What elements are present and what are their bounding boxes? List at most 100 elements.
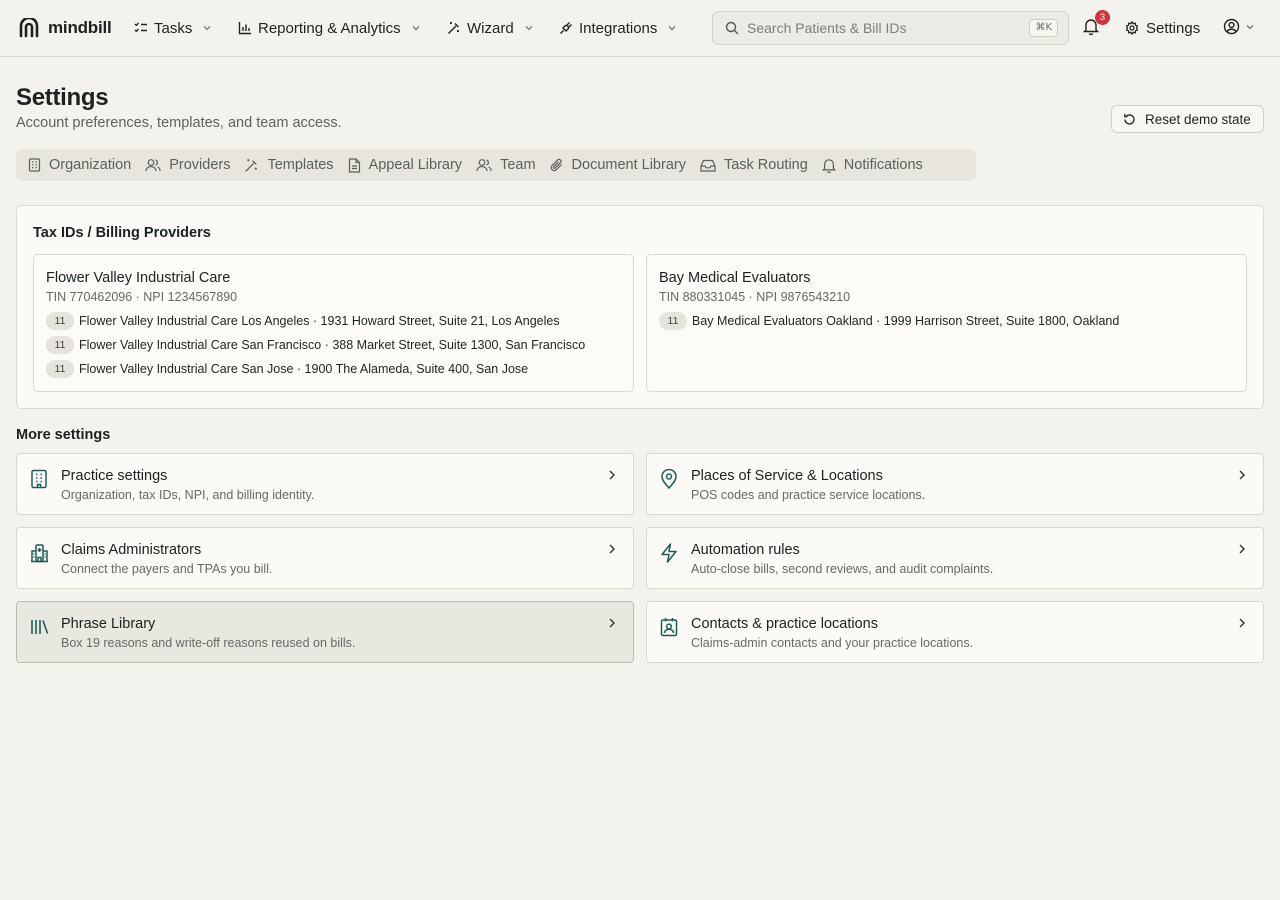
billing-provider-card[interactable]: Flower Valley Industrial Care TIN 770462… (33, 254, 634, 392)
billing-provider-card[interactable]: Bay Medical Evaluators TIN 880331045 · N… (646, 254, 1247, 392)
users-icon (476, 159, 492, 172)
nav-integrations[interactable]: Integrations (559, 17, 677, 39)
tile-description: Connect the payers and TPAs you bill. (61, 562, 273, 576)
reset-icon (1124, 113, 1135, 125)
settings-tabs: Organization Providers Templates Appeal … (16, 149, 976, 181)
chevron-right-icon (1239, 470, 1245, 480)
tab-document-library[interactable]: Document Library (550, 149, 686, 181)
tile-description: Claims-admin contacts and your practice … (691, 636, 974, 650)
tile-title: Claims Administrators (61, 542, 202, 558)
tab-task-routing-label: Task Routing (723, 157, 808, 173)
tile-description: POS codes and practice service locations… (691, 488, 926, 502)
chevron-down-icon (668, 26, 676, 31)
automation-rules-tile[interactable]: Automation rules Auto-close bills, secon… (646, 527, 1264, 589)
chevron-down-icon (525, 26, 533, 31)
user-circle-icon (1223, 18, 1240, 35)
tab-document-library-label: Document Library (571, 157, 686, 173)
file-text-icon (348, 157, 360, 173)
chevron-right-icon (609, 544, 615, 554)
account-menu[interactable] (1223, 18, 1255, 35)
location-text: Bay Medical Evaluators Oakland · 1999 Ha… (692, 314, 1120, 328)
nav-reporting-label: Reporting & Analytics (258, 19, 401, 37)
tab-templates[interactable]: Templates (244, 149, 334, 181)
location-text: Flower Valley Industrial Care San Jose ·… (79, 362, 529, 376)
magic-wand-icon (245, 158, 258, 172)
tile-title: Phrase Library (61, 616, 156, 632)
location-text: Flower Valley Industrial Care San Franci… (79, 338, 586, 352)
library-icon (31, 620, 49, 634)
tab-templates-label: Templates (267, 157, 334, 173)
tile-description: Organization, tax IDs, NPI, and billing … (61, 488, 315, 502)
tab-notifications[interactable]: Notifications (821, 149, 923, 181)
gear-icon (1125, 21, 1139, 35)
building-icon (31, 469, 47, 489)
page-subtitle: Account preferences, templates, and team… (16, 115, 342, 131)
list-check-icon (134, 22, 147, 33)
lightning-icon (661, 543, 677, 563)
chevron-right-icon (1239, 618, 1245, 628)
tab-providers[interactable]: Providers (145, 149, 230, 181)
more-settings-title: More settings (16, 427, 111, 443)
location-row: 11 Bay Medical Evaluators Oakland · 1999… (659, 312, 1119, 330)
pos-code-badge: 11 (659, 312, 687, 330)
chevron-down-icon (203, 26, 211, 31)
nav-tasks[interactable]: Tasks (134, 17, 212, 39)
map-pin-icon (661, 469, 677, 489)
search-icon (725, 21, 739, 35)
reset-demo-button[interactable]: Reset demo state (1111, 105, 1264, 133)
tax-ids-panel: Tax IDs / Billing Providers Flower Valle… (16, 205, 1264, 409)
settings-link[interactable]: Settings (1125, 17, 1200, 39)
provider-tin-npi: TIN 880331045 · NPI 9876543210 (659, 290, 851, 304)
tile-title: Automation rules (691, 542, 800, 558)
brand-logo[interactable]: mindbill (18, 17, 112, 39)
tile-title: Practice settings (61, 468, 168, 484)
nav-wizard[interactable]: Wizard (447, 17, 534, 39)
location-row: 11 Flower Valley Industrial Care Los Ang… (46, 312, 560, 330)
settings-link-label: Settings (1146, 19, 1201, 37)
bar-chart-icon (238, 22, 251, 35)
tab-notifications-label: Notifications (843, 157, 923, 173)
chevron-down-icon (412, 26, 420, 31)
plug-icon (560, 22, 572, 34)
chevron-down-icon (1246, 24, 1254, 29)
search-box[interactable]: ⌘K (712, 11, 1069, 45)
nav-wizard-label: Wizard (467, 19, 514, 37)
nav-reporting[interactable]: Reporting & Analytics (238, 17, 421, 39)
tile-title: Contacts & practice locations (691, 616, 878, 632)
pos-code-badge: 11 (46, 336, 74, 354)
hospital-icon (31, 544, 48, 563)
tab-organization-label: Organization (49, 157, 132, 173)
page-title: Settings (16, 84, 109, 111)
contacts-locations-tile[interactable]: Contacts & practice locations Claims-adm… (646, 601, 1264, 663)
chevron-right-icon (609, 470, 615, 480)
provider-tin-npi: TIN 770462096 · NPI 1234567890 (46, 290, 238, 304)
nav-tasks-label: Tasks (154, 19, 193, 37)
location-text: Flower Valley Industrial Care Los Angele… (79, 314, 560, 328)
tax-ids-title: Tax IDs / Billing Providers (33, 225, 211, 241)
phrase-library-tile[interactable]: Phrase Library Box 19 reasons and write-… (16, 601, 634, 663)
tab-task-routing[interactable]: Task Routing (700, 149, 808, 181)
pos-code-badge: 11 (46, 312, 74, 330)
reset-demo-label: Reset demo state (1145, 111, 1251, 127)
search-input[interactable] (747, 20, 1030, 36)
claims-administrators-tile[interactable]: Claims Administrators Connect the payers… (16, 527, 634, 589)
tab-team-label: Team (500, 157, 536, 173)
paperclip-icon (550, 158, 562, 171)
tab-organization[interactable]: Organization (28, 149, 131, 181)
practice-settings-tile[interactable]: Practice settings Organization, tax IDs,… (16, 453, 634, 515)
users-icon (145, 159, 161, 172)
tile-description: Auto-close bills, second reviews, and au… (691, 562, 994, 576)
tab-providers-label: Providers (169, 157, 231, 173)
location-row: 11 Flower Valley Industrial Care San Fra… (46, 336, 585, 354)
search-shortcut-hint: ⌘K (1029, 19, 1058, 37)
nav-integrations-label: Integrations (579, 19, 658, 37)
location-row: 11 Flower Valley Industrial Care San Jos… (46, 360, 528, 378)
chevron-right-icon (609, 618, 615, 628)
places-of-service-tile[interactable]: Places of Service & Locations POS codes … (646, 453, 1264, 515)
tab-appeal-library[interactable]: Appeal Library (348, 149, 462, 181)
tab-team[interactable]: Team (476, 149, 536, 181)
inbox-icon (700, 159, 716, 172)
provider-name: Bay Medical Evaluators (659, 270, 811, 286)
mindbill-logo-icon (19, 18, 39, 38)
building-icon (28, 158, 41, 172)
